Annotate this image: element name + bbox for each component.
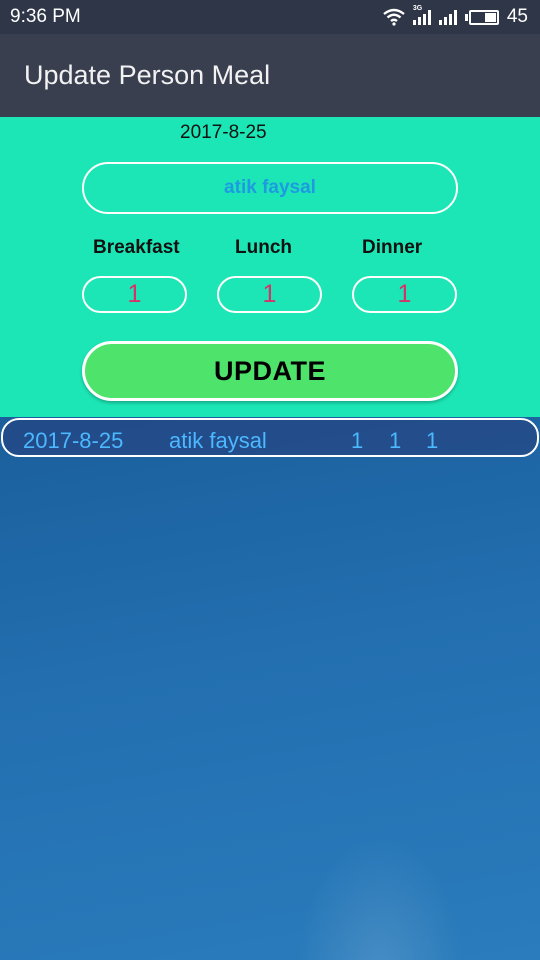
battery-icon <box>464 9 499 25</box>
date-label: 2017-8-25 <box>180 122 267 143</box>
signal-icon: 3G <box>412 5 431 25</box>
background-image <box>0 417 540 960</box>
update-button[interactable]: UPDATE <box>82 341 458 401</box>
status-icons: 3G 45 <box>383 5 528 28</box>
battery-level: 45 <box>506 6 528 27</box>
signal-icon <box>438 9 457 25</box>
breakfast-count-input[interactable]: 1 <box>82 276 187 313</box>
status-bar: 9:36 PM 3G 45 <box>0 0 540 34</box>
breakfast-label: Breakfast <box>93 237 180 258</box>
list-item[interactable]: 2017-8-25 atik faysal 1 1 1 <box>1 418 539 457</box>
dinner-label: Dinner <box>362 237 423 258</box>
page-title: Update Person Meal <box>24 60 271 90</box>
row-date: 2017-8-25 <box>23 428 124 453</box>
lunch-label: Lunch <box>235 237 292 258</box>
row-lunch: 1 <box>389 428 402 453</box>
person-name-field[interactable]: atik faysal <box>82 162 458 214</box>
row-breakfast: 1 <box>351 428 364 453</box>
row-dinner: 1 <box>426 428 439 453</box>
app-bar: Update Person Meal <box>0 34 540 117</box>
status-time: 9:36 PM <box>10 6 81 27</box>
row-name: atik faysal <box>169 428 267 453</box>
lunch-count-input[interactable]: 1 <box>217 276 322 313</box>
wifi-icon <box>383 8 405 26</box>
dinner-count-input[interactable]: 1 <box>352 276 457 313</box>
